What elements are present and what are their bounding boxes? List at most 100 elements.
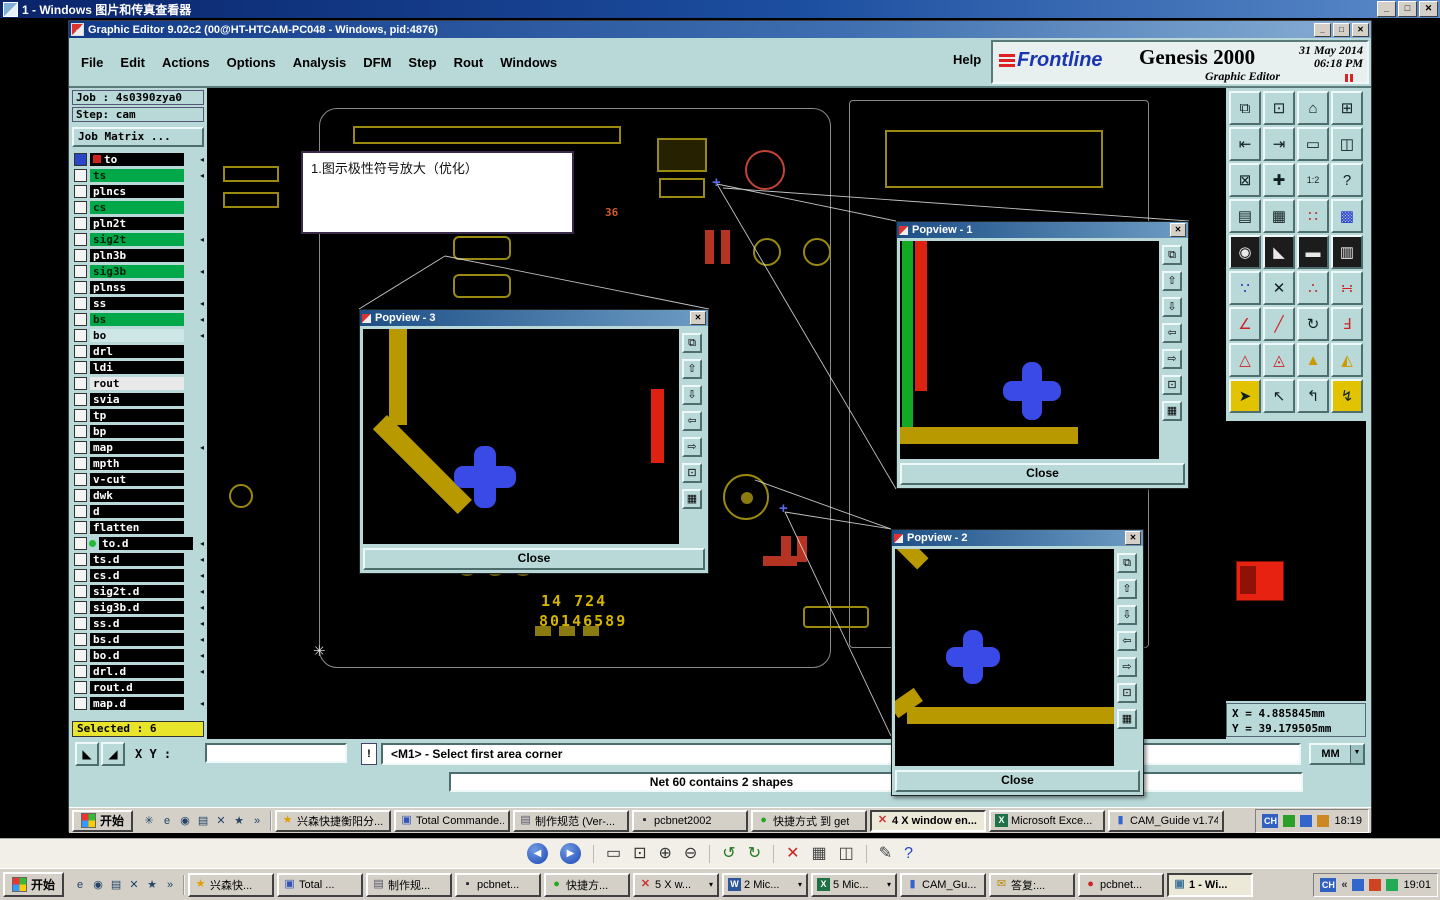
tool-window-button[interactable]: ▭ xyxy=(1297,127,1329,161)
tool-angle-button[interactable]: ∠ xyxy=(1229,307,1261,341)
layer-row-v-cut[interactable]: v-cut xyxy=(72,471,206,487)
layer-checkbox[interactable] xyxy=(74,360,87,374)
layer-name[interactable]: to.d xyxy=(99,536,193,550)
layer-checkbox[interactable] xyxy=(74,616,87,630)
layer-row-d[interactable]: d xyxy=(72,503,206,519)
layer-row-bs[interactable]: bs ◂ xyxy=(72,311,206,327)
layer-row-drl[interactable]: drl xyxy=(72,343,206,359)
popview-tool-5[interactable]: ⊡ xyxy=(1117,683,1137,703)
popview-tool-1[interactable]: ⇧ xyxy=(1117,579,1137,599)
layer-row-pln3b[interactable]: pln3b xyxy=(72,247,206,263)
menu-edit[interactable]: Edit xyxy=(120,55,145,70)
tray-icon-1[interactable] xyxy=(1369,878,1382,891)
layer-row-rout.d[interactable]: rout.d xyxy=(72,679,206,695)
tray-icon-0[interactable] xyxy=(1352,878,1365,891)
layer-checkbox[interactable] xyxy=(74,344,87,358)
tool-select-flash-button[interactable]: ↯ xyxy=(1331,379,1363,413)
layer-name[interactable]: pln2t xyxy=(90,216,184,230)
quick-launch-icon-3[interactable]: ✕ xyxy=(127,878,141,891)
tool-home-button[interactable]: ⌂ xyxy=(1297,91,1329,125)
layer-checkbox[interactable] xyxy=(74,664,87,678)
editor-close-button[interactable]: ✕ xyxy=(1352,22,1369,37)
editor-minimize-button[interactable]: _ xyxy=(1314,22,1331,37)
layer-row-ts.d[interactable]: ts.d ◂ xyxy=(72,551,206,567)
edit-button[interactable]: ✎ xyxy=(879,844,892,864)
layer-row-bs.d[interactable]: bs.d ◂ xyxy=(72,631,206,647)
grid-mode-button[interactable]: ◢ xyxy=(101,742,125,766)
layer-checkbox[interactable] xyxy=(74,200,87,214)
zoom-in-button[interactable]: ⊕ xyxy=(658,844,671,864)
taskbar-item[interactable]: ● 快捷方式 到 get xyxy=(751,809,868,832)
layer-row-ss.d[interactable]: ss.d ◂ xyxy=(72,615,206,631)
layer-checkbox[interactable] xyxy=(74,456,87,470)
tray-icon-0[interactable] xyxy=(1283,814,1296,827)
layer-name[interactable]: ss xyxy=(90,296,184,310)
layer-checkbox[interactable] xyxy=(74,216,87,230)
layer-checkbox[interactable] xyxy=(74,696,87,710)
layer-name[interactable]: plncs xyxy=(90,184,184,198)
quick-launch-icon-2[interactable]: ▤ xyxy=(109,878,123,891)
layer-name[interactable]: svia xyxy=(90,392,184,406)
next-image-button[interactable]: ▶ xyxy=(559,843,581,864)
tool-snapshot-button[interactable]: ◉ xyxy=(1229,235,1261,269)
layer-checkbox[interactable] xyxy=(74,184,87,198)
taskbar-item[interactable]: ▪ pcbnet... xyxy=(455,872,542,897)
tool-select-corner-button[interactable]: ↰ xyxy=(1297,379,1329,413)
layer-checkbox[interactable] xyxy=(74,328,87,342)
layer-name[interactable]: sig2t.d xyxy=(90,584,184,598)
xy-input[interactable] xyxy=(205,743,347,763)
layer-checkbox[interactable] xyxy=(74,520,87,534)
layer-row-flatten[interactable]: flatten xyxy=(72,519,206,535)
popview-tool-0[interactable]: ⧉ xyxy=(1162,245,1182,265)
layer-slider-arrow-icon[interactable]: ◂ xyxy=(200,299,204,308)
layer-slider-arrow-icon[interactable]: ◂ xyxy=(200,155,204,164)
quick-launch-icon-1[interactable]: ◉ xyxy=(91,878,105,891)
screenshot-start-button[interactable]: 开始 xyxy=(72,809,134,832)
popview-1-close-button[interactable]: Close xyxy=(900,463,1185,485)
rotate-counterclockwise-button[interactable]: ↺ xyxy=(722,844,735,864)
close-button[interactable]: ✕ xyxy=(1419,1,1438,17)
layer-name[interactable]: rout xyxy=(90,376,184,390)
layer-name[interactable]: rout.d xyxy=(90,680,184,694)
layer-name[interactable]: sig3b.d xyxy=(90,600,184,614)
tray-icon-2[interactable] xyxy=(1317,814,1330,827)
layer-slider-arrow-icon[interactable]: ◂ xyxy=(200,539,204,548)
layer-checkbox[interactable] xyxy=(74,536,87,550)
popview-3-close-button[interactable]: Close xyxy=(363,548,705,570)
popview-tool-0[interactable]: ⧉ xyxy=(1117,553,1137,573)
layer-name[interactable]: plnss xyxy=(90,280,184,294)
layer-checkbox[interactable] xyxy=(74,312,87,326)
print-button[interactable]: ▦ xyxy=(812,844,827,864)
popview-tool-6[interactable]: ▦ xyxy=(1117,709,1137,729)
taskbar-item[interactable]: ▤ 制作规... xyxy=(366,872,453,897)
layer-checkbox[interactable] xyxy=(74,600,87,614)
layer-checkbox[interactable] xyxy=(74,424,87,438)
tool-screen-button[interactable]: ⊡ xyxy=(1263,91,1295,125)
popview-tool-1[interactable]: ⇧ xyxy=(682,359,702,379)
units-dropdown-arrow-icon[interactable]: ▼ xyxy=(1350,745,1363,763)
popview-tool-2[interactable]: ⇩ xyxy=(682,385,702,405)
layer-name[interactable]: v-cut xyxy=(90,472,184,486)
layer-slider-arrow-icon[interactable]: ◂ xyxy=(200,635,204,644)
tool-pan-right-button[interactable]: ⇥ xyxy=(1263,127,1295,161)
popview-1-titlebar[interactable]: Popview - 1 ✕ xyxy=(897,222,1188,238)
delete-button[interactable]: ✕ xyxy=(786,844,799,864)
tool-slope-button[interactable]: ╱ xyxy=(1263,307,1295,341)
layer-row-ss[interactable]: ss ◂ xyxy=(72,295,206,311)
layer-row-plncs[interactable]: plncs xyxy=(72,183,206,199)
layer-checkbox[interactable] xyxy=(74,648,87,662)
zoom-out-button[interactable]: ⊖ xyxy=(684,844,697,864)
layer-name[interactable]: d xyxy=(90,504,184,518)
layer-slider-arrow-icon[interactable]: ◂ xyxy=(200,171,204,180)
taskbar-item[interactable]: ▣ Total Commande... xyxy=(394,809,511,832)
quick-launch-icon-4[interactable]: ★ xyxy=(145,878,159,891)
popview-tool-0[interactable]: ⧉ xyxy=(682,333,702,353)
tool-pan-cross-button[interactable]: ✚ xyxy=(1263,163,1295,197)
quick-launch-icon-1[interactable]: e xyxy=(160,815,174,827)
layer-row-sig2t.d[interactable]: sig2t.d ◂ xyxy=(72,583,206,599)
popview-2-close-button[interactable]: Close xyxy=(895,770,1140,792)
layer-name[interactable]: drl xyxy=(90,344,184,358)
layer-slider-arrow-icon[interactable]: ◂ xyxy=(200,555,204,564)
tool-points-button[interactable]: ∵ xyxy=(1229,271,1261,305)
snap-mode-button[interactable]: ◣ xyxy=(75,742,99,766)
